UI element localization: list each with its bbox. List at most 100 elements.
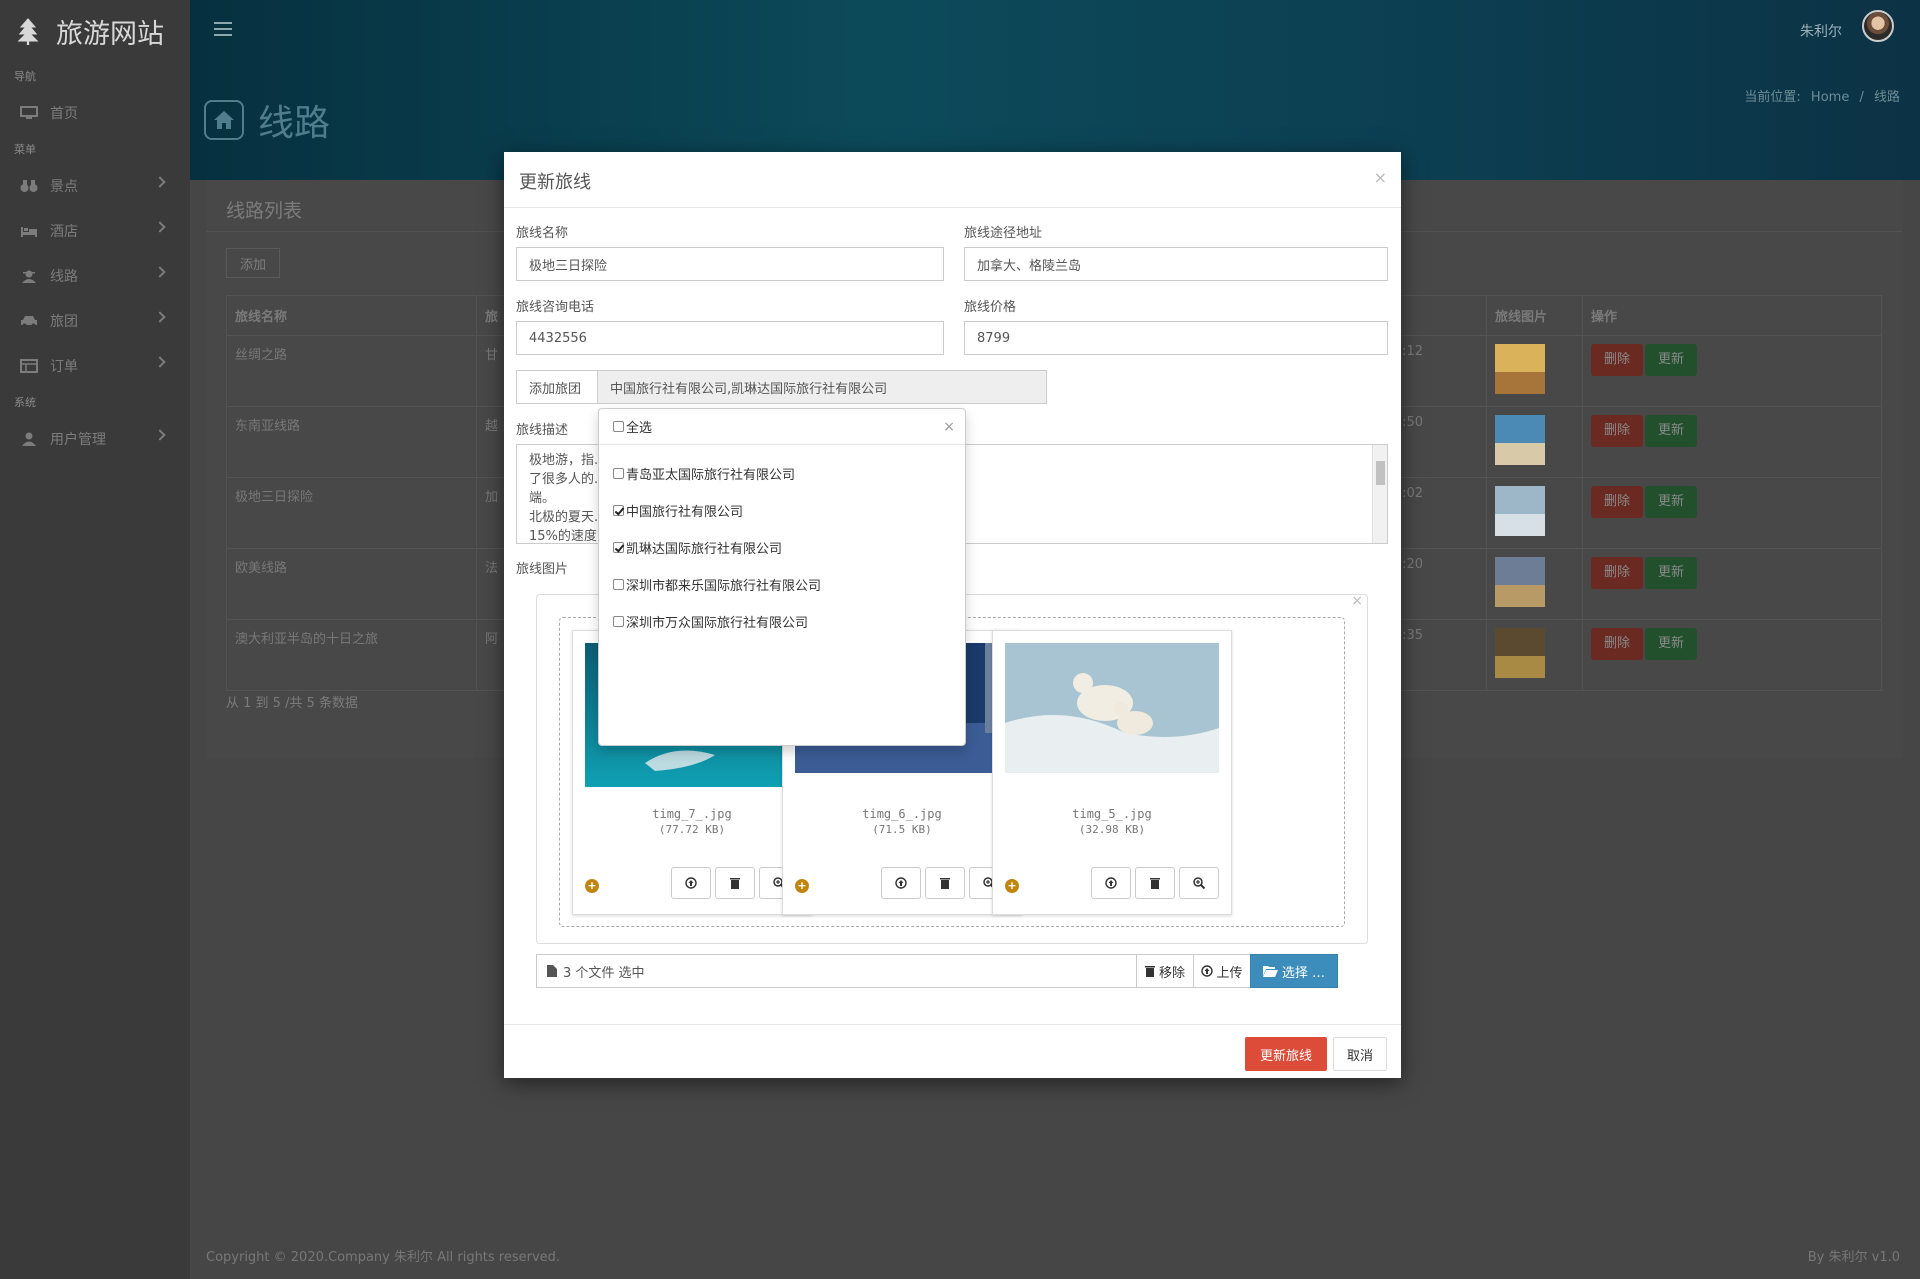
folder-open-icon — [1262, 966, 1278, 977]
avatar[interactable] — [1862, 10, 1894, 42]
home-icon — [204, 100, 244, 140]
upload-files-button[interactable]: 上传 — [1193, 954, 1251, 988]
delete-file-button[interactable] — [925, 867, 965, 899]
sidebar-item-route[interactable]: 线路 — [0, 253, 190, 298]
tour-group-option[interactable]: 凯琳达国际旅行社有限公司 — [599, 529, 965, 566]
cell-route-name: 澳大利亚半岛的十日之旅 — [226, 619, 477, 691]
cell-route-name: 极地三日探险 — [226, 477, 477, 549]
route-thumbnail — [1495, 344, 1545, 394]
file-actions — [877, 867, 1009, 899]
file-input-bar: 3 个文件 选中 移除 上传 选择 … — [536, 954, 1368, 988]
update-button[interactable]: 更新 — [1645, 415, 1697, 447]
drag-handle-icon[interactable]: + — [585, 879, 599, 893]
col-header: 操作 — [1582, 295, 1882, 336]
menu-toggle-icon[interactable] — [214, 22, 232, 36]
update-route-button[interactable]: 更新旅线 — [1245, 1037, 1327, 1071]
option-checkbox[interactable] — [613, 579, 624, 590]
breadcrumb-label: 当前位置: — [1744, 90, 1801, 105]
sidebar-item-scenic[interactable]: 景点 — [0, 163, 190, 208]
tour-group-option[interactable]: 中国旅行社有限公司 — [599, 492, 965, 529]
section-nav-label: 导航 — [14, 70, 36, 83]
update-route-modal: 更新旅线 × 旅线名称 极地三日探险 旅线途径地址 加拿大、格陵兰岛 旅线咨询电… — [504, 152, 1401, 1078]
drag-handle-icon[interactable]: + — [795, 879, 809, 893]
sidebar-item-hotel[interactable]: 酒店 — [0, 208, 190, 253]
sidebar-item-tour-group[interactable]: 旅团 — [0, 298, 190, 343]
sidebar-item-home[interactable]: 首页 — [0, 90, 190, 135]
trash-icon — [730, 878, 740, 889]
cell-route-name: 东南亚线路 — [226, 406, 477, 478]
upload-file-button[interactable] — [671, 867, 711, 899]
update-button[interactable]: 更新 — [1645, 344, 1697, 376]
option-checkbox[interactable] — [613, 542, 624, 553]
file-name: timg_7_.jpg — [652, 807, 732, 821]
option-checkbox[interactable] — [613, 468, 624, 479]
update-button[interactable]: 更新 — [1645, 628, 1697, 660]
delete-button[interactable]: 删除 — [1591, 415, 1643, 447]
breadcrumb-home[interactable]: Home — [1811, 90, 1849, 105]
sidebar-item-user-mgmt[interactable]: 用户管理 — [0, 416, 190, 461]
tour-group-dropdown: 全选 × 青岛亚太国际旅行社有限公司 中国旅行社有限公司 凯琳达国际旅行社有限公… — [598, 408, 966, 746]
delete-file-button[interactable] — [1135, 867, 1175, 899]
delete-button[interactable]: 删除 — [1591, 344, 1643, 376]
file-actions — [1087, 867, 1219, 899]
tour-group-option[interactable]: 青岛亚太国际旅行社有限公司 — [599, 455, 965, 492]
option-checkbox[interactable] — [613, 616, 624, 627]
update-button[interactable]: 更新 — [1645, 557, 1697, 589]
delete-button[interactable]: 删除 — [1591, 628, 1643, 660]
remove-files-button[interactable]: 移除 — [1136, 954, 1194, 988]
trash-icon — [1150, 878, 1160, 889]
delete-button[interactable]: 删除 — [1591, 486, 1643, 518]
option-checkbox[interactable] — [613, 505, 624, 516]
clear-files-icon[interactable]: × — [1351, 593, 1363, 609]
trash-icon — [940, 878, 950, 889]
update-button[interactable]: 更新 — [1645, 486, 1697, 518]
zoom-in-icon — [1193, 877, 1205, 889]
chevron-right-icon — [154, 266, 166, 278]
file-size: (32.98 KB) — [1078, 823, 1146, 836]
table-icon — [20, 358, 38, 373]
tour-group-option[interactable]: 深圳市万众国际旅行社有限公司 — [599, 603, 965, 640]
tour-group-select[interactable]: 中国旅行社有限公司,凯琳达国际旅行社有限公司 — [597, 370, 1047, 404]
upload-icon — [895, 877, 907, 889]
close-icon[interactable]: × — [1374, 168, 1387, 187]
cell-actions: 删除 更新 — [1582, 335, 1882, 407]
choose-files-button[interactable]: 选择 … — [1250, 954, 1338, 988]
brand[interactable]: 旅游网站 — [0, 0, 190, 62]
select-all-checkbox[interactable] — [613, 421, 624, 432]
bed-icon — [21, 226, 37, 237]
sidebar-item-order[interactable]: 订单 — [0, 343, 190, 388]
sidebar-item-label: 景点 — [50, 178, 78, 195]
chevron-right-icon — [154, 429, 166, 441]
tour-group-option[interactable]: 深圳市都来乐国际旅行社有限公司 — [599, 566, 965, 603]
breadcrumb-current: 线路 — [1873, 90, 1900, 105]
zoom-file-button[interactable] — [1179, 867, 1219, 899]
pagination-info: 从 1 到 5 /共 5 条数据 — [226, 696, 358, 711]
option-label: 中国旅行社有限公司 — [626, 505, 744, 520]
add-button[interactable]: 添加 — [226, 248, 280, 278]
close-dropdown-icon[interactable]: × — [943, 419, 955, 435]
file-caption-text: 3 个文件 选中 — [563, 965, 645, 981]
route-address-input[interactable]: 加拿大、格陵兰岛 — [964, 247, 1388, 281]
breadcrumb-separator: / — [1859, 90, 1864, 105]
delete-button[interactable]: 删除 — [1591, 557, 1643, 589]
car-icon — [21, 315, 37, 327]
delete-file-button[interactable] — [715, 867, 755, 899]
textarea-scrollbar[interactable] — [1372, 445, 1387, 543]
drag-handle-icon[interactable]: + — [1005, 879, 1019, 893]
upload-file-button[interactable] — [1091, 867, 1131, 899]
chevron-right-icon — [154, 221, 166, 233]
sidebar-item-label: 酒店 — [50, 223, 78, 240]
option-label: 深圳市都来乐国际旅行社有限公司 — [626, 579, 822, 594]
preview-image-polar-bears — [1005, 643, 1219, 773]
upload-file-button[interactable] — [881, 867, 921, 899]
file-caption[interactable]: 3 个文件 选中 — [536, 954, 1137, 988]
route-name-input[interactable]: 极地三日探险 — [516, 247, 944, 281]
phone-input[interactable]: 4432556 — [516, 321, 944, 355]
select-all-item[interactable]: 全选 × — [599, 409, 965, 445]
price-input[interactable]: 8799 — [964, 321, 1388, 355]
modal-header: 更新旅线 × — [504, 152, 1401, 208]
file-size: (77.72 KB) — [658, 823, 726, 836]
user-name[interactable]: 朱利尔 — [1800, 21, 1842, 41]
chevron-right-icon — [154, 356, 166, 368]
cancel-button[interactable]: 取消 — [1333, 1037, 1387, 1071]
